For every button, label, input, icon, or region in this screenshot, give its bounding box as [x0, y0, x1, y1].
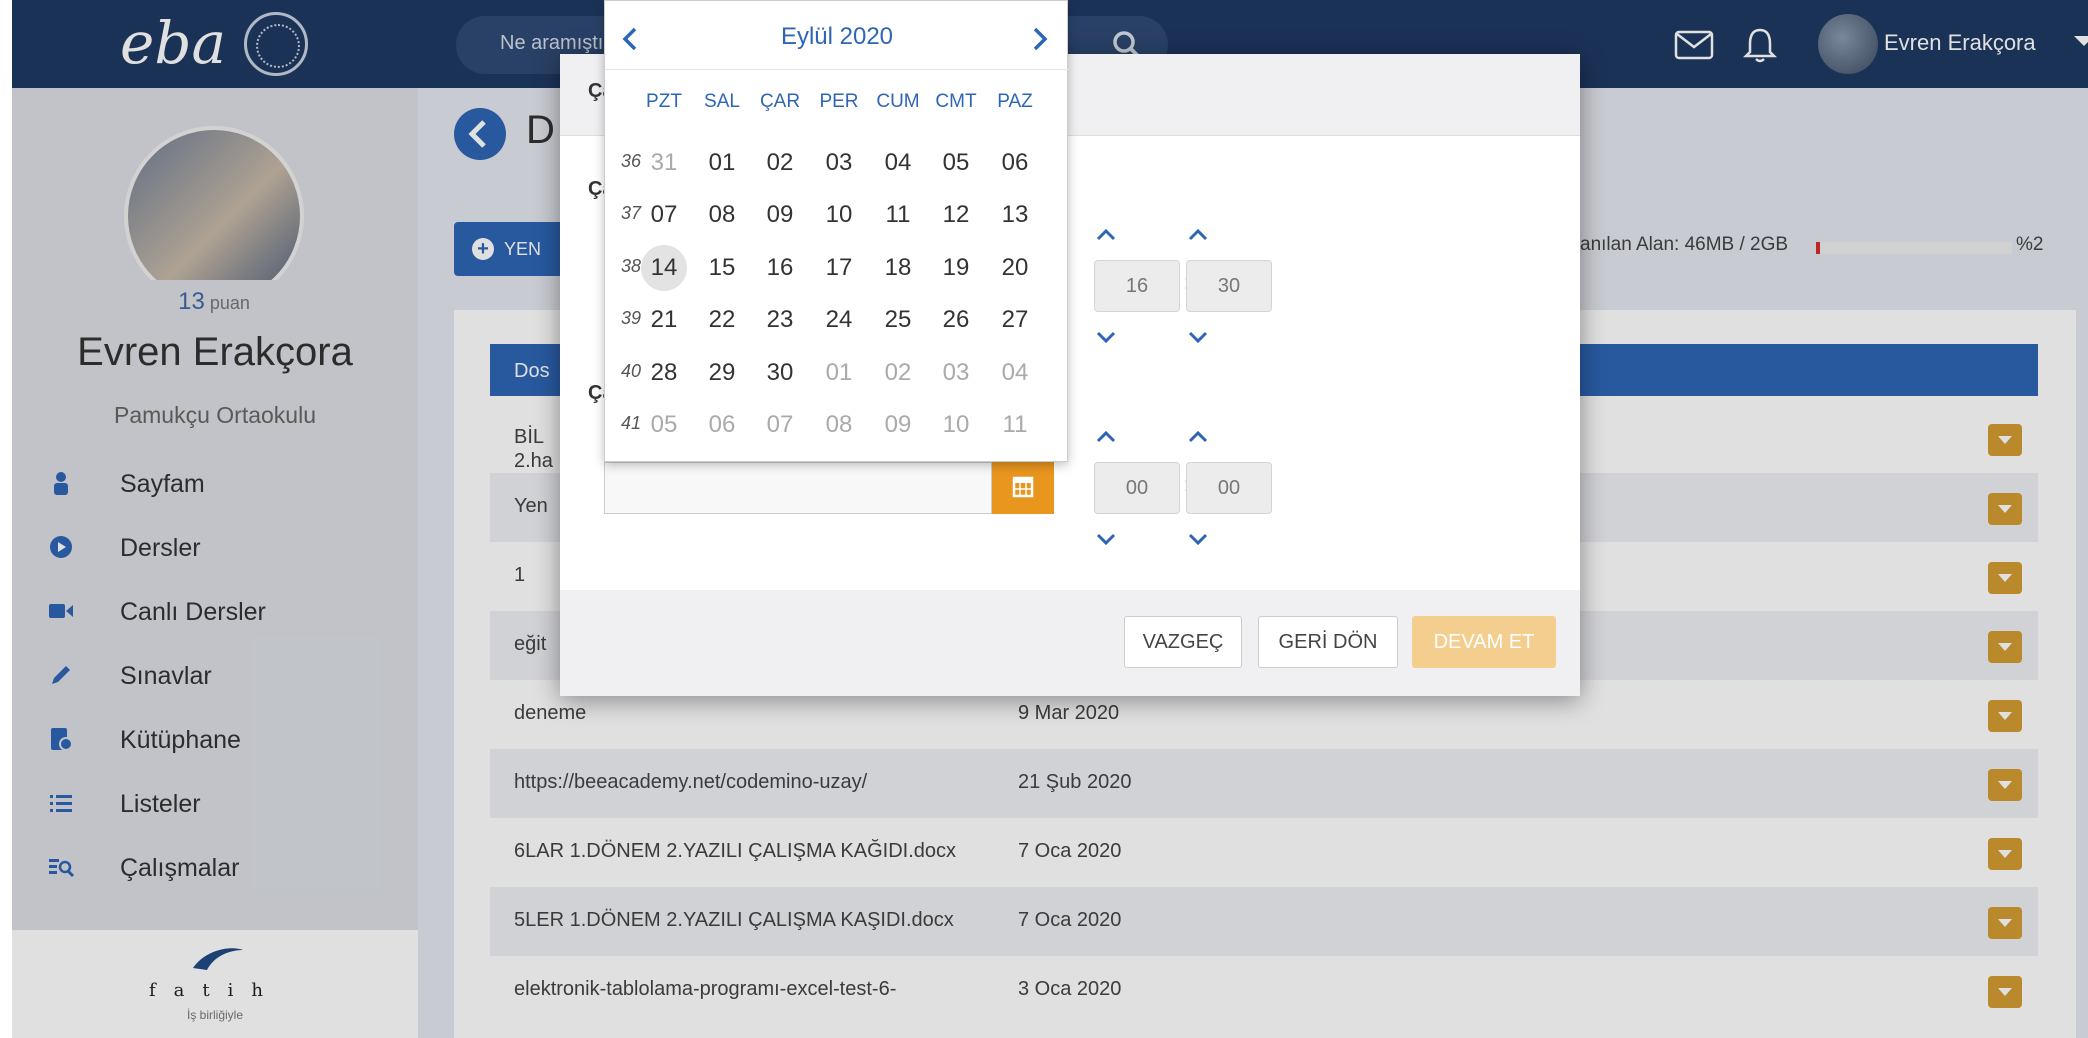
start-hour-input[interactable]: 16: [1094, 260, 1180, 312]
calendar-day[interactable]: 06: [698, 403, 746, 447]
calendar-day[interactable]: 18: [874, 246, 922, 290]
calendar-day[interactable]: 11: [991, 403, 1039, 447]
weekday-header: PER: [819, 91, 859, 112]
end-hour-input[interactable]: 00: [1094, 462, 1180, 514]
cancel-button[interactable]: VAZGEÇ: [1124, 616, 1242, 668]
calendar-day[interactable]: 08: [698, 193, 746, 237]
calendar-day[interactable]: 05: [932, 141, 980, 185]
end-date-input[interactable]: [604, 462, 992, 514]
calendar-day[interactable]: 21: [640, 298, 688, 342]
calendar-day[interactable]: 09: [756, 193, 804, 237]
calendar-day[interactable]: 28: [640, 351, 688, 395]
calendar-day-today[interactable]: 14: [641, 244, 687, 291]
modal-footer: VAZGEÇ GERİ DÖN DEVAM ET: [560, 590, 1580, 696]
start-minute-down-icon[interactable]: [1186, 330, 1210, 346]
end-hour-down-icon[interactable]: [1094, 532, 1118, 548]
calendar-day[interactable]: 01: [698, 141, 746, 185]
calendar-day[interactable]: 16: [756, 246, 804, 290]
calendar-day[interactable]: 27: [991, 298, 1039, 342]
calendar-day[interactable]: 23: [756, 298, 804, 342]
start-minute-up-icon[interactable]: [1186, 226, 1210, 242]
calendar-day[interactable]: 19: [932, 246, 980, 290]
calendar-day[interactable]: 29: [698, 351, 746, 395]
weekday-header: PAZ: [997, 91, 1033, 112]
calendar-day[interactable]: 08: [815, 403, 863, 447]
calendar-day[interactable]: 20: [991, 246, 1039, 290]
weekday-header: CUM: [876, 91, 920, 112]
calendar-day[interactable]: 31: [640, 141, 688, 185]
calendar-day[interactable]: 07: [640, 193, 688, 237]
calendar-day[interactable]: 04: [874, 141, 922, 185]
calendar-day[interactable]: 15: [698, 246, 746, 290]
calendar-day[interactable]: 22: [698, 298, 746, 342]
left-edge: [0, 0, 12, 1038]
start-hour-up-icon[interactable]: [1094, 226, 1118, 242]
start-hour-down-icon[interactable]: [1094, 330, 1118, 346]
calendar-day[interactable]: 11: [874, 193, 922, 237]
calendar-day[interactable]: 03: [815, 141, 863, 185]
calendar-day[interactable]: 03: [932, 351, 980, 395]
calendar-day[interactable]: 01: [815, 351, 863, 395]
calendar-day[interactable]: 09: [874, 403, 922, 447]
weekday-header: PZT: [646, 91, 682, 112]
calendar-day[interactable]: 04: [991, 351, 1039, 395]
end-hour-up-icon[interactable]: [1094, 428, 1118, 444]
weekday-header: CMT: [935, 91, 977, 112]
calendar-day[interactable]: 24: [815, 298, 863, 342]
weekday-header: ÇAR: [759, 91, 801, 112]
datepicker-divider: [605, 69, 1069, 70]
calendar-day[interactable]: 30: [756, 351, 804, 395]
calendar-day[interactable]: 10: [815, 193, 863, 237]
calendar-day[interactable]: 17: [815, 246, 863, 290]
end-minute-down-icon[interactable]: [1186, 532, 1210, 548]
datepicker-popup: Eylül 2020 PZT SAL ÇAR PER CUM CMT PAZ 36 31 01 02…: [604, 0, 1069, 462]
calendar-day[interactable]: 10: [932, 403, 980, 447]
end-minute-up-icon[interactable]: [1186, 428, 1210, 444]
start-minute-input[interactable]: 30: [1186, 260, 1272, 312]
calendar-day[interactable]: 05: [640, 403, 688, 447]
weekday-header: SAL: [704, 91, 740, 112]
calendar-button[interactable]: [992, 462, 1054, 514]
continue-button[interactable]: DEVAM ET: [1412, 616, 1556, 668]
calendar-day[interactable]: 02: [874, 351, 922, 395]
calendar-day[interactable]: 13: [991, 193, 1039, 237]
calendar-day[interactable]: 25: [874, 298, 922, 342]
calendar-icon: [1012, 476, 1034, 498]
app-page: eba Ne aramıştınız? Evren Erakçora 13 pu…: [12, 0, 2088, 1038]
end-minute-input[interactable]: 00: [1186, 462, 1272, 514]
calendar-day[interactable]: 26: [932, 298, 980, 342]
calendar-day[interactable]: 02: [756, 141, 804, 185]
calendar-day[interactable]: 12: [932, 193, 980, 237]
datepicker-month-title[interactable]: Eylül 2020: [605, 23, 1069, 51]
chevron-right-icon[interactable]: [1027, 25, 1051, 53]
go-back-button[interactable]: GERİ DÖN: [1258, 616, 1398, 668]
calendar-day[interactable]: 07: [756, 403, 804, 447]
calendar-day[interactable]: 06: [991, 141, 1039, 185]
